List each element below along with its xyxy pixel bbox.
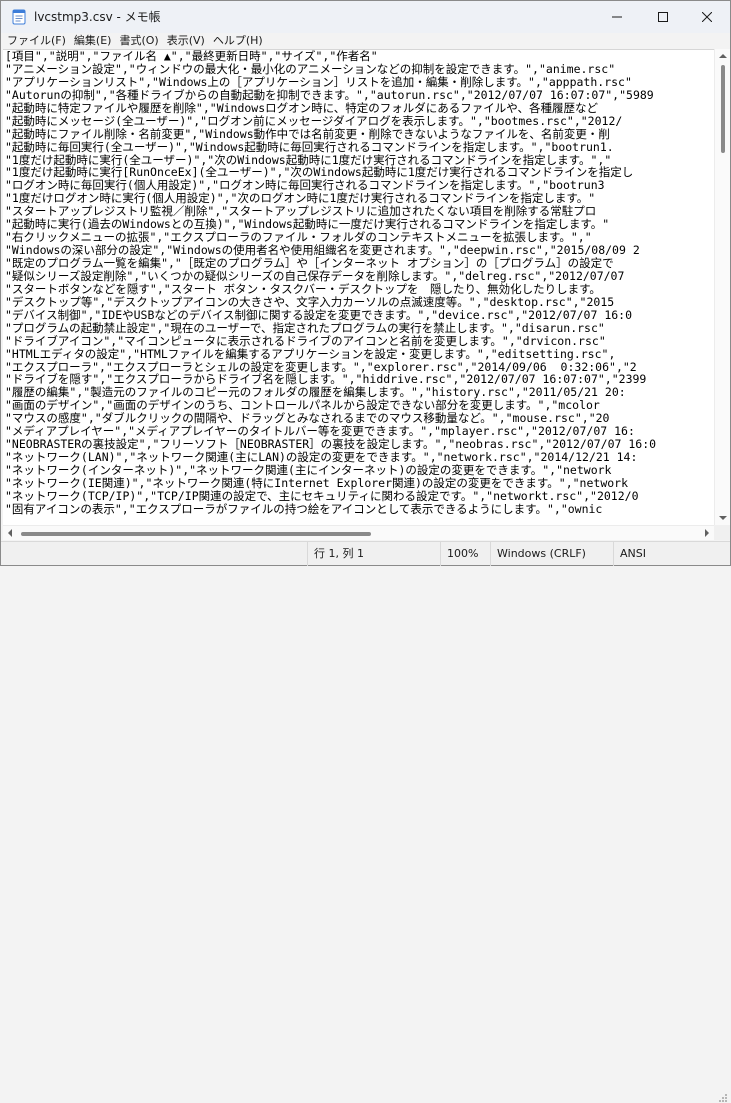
line-ending: Windows (CRLF) xyxy=(490,542,613,566)
resize-grip-icon[interactable] xyxy=(718,1093,728,1103)
text-line: "NEOBRASTERの裏技設定","フリーソフト［NEOBRASTER］の裏技… xyxy=(5,438,657,452)
scroll-right-icon[interactable] xyxy=(704,529,710,537)
text-line: "画面のデザイン","画面のデザインのうち、コントロールパネルから設定できない部… xyxy=(5,399,600,413)
close-button[interactable] xyxy=(684,1,730,33)
text-editor[interactable]: [項目","説明","ファイル名 ▲","最終更新日時","サイズ","作者名"… xyxy=(3,49,714,525)
text-line: "デバイス制御","IDEやUSBなどのデバイス制御に関する設定を変更できます。… xyxy=(5,308,633,322)
vertical-scroll-thumb[interactable] xyxy=(721,65,725,153)
text-line: "Windowsの深い部分の設定","Windowsの使用者名や使用組織名を変更… xyxy=(5,244,640,257)
text-line: "起動時に毎回実行(全ユーザー)","Windows起動時に毎回実行されるコマン… xyxy=(5,140,614,154)
menu-view[interactable]: 表示(V) xyxy=(161,33,205,48)
cursor-position: 行 1, 列 1 xyxy=(307,542,440,566)
text-line: "固有アイコンの表示","エクスプローラがファイルの持つ絵をアイコンとして表示で… xyxy=(5,502,603,516)
text-line: "アニメーション設定","ウィンドウの最大化・最小化のアニメーションなどの抑制を… xyxy=(5,62,616,76)
text-line: [項目","説明","ファイル名 ▲","最終更新日時","サイズ","作者名" xyxy=(5,50,378,63)
text-line: "ネットワーク(TCP/IP)","TCP/IP関連の設定で、主にセキュリティに… xyxy=(5,489,639,503)
vertical-scrollbar[interactable] xyxy=(714,49,730,525)
window-title: lvcstmp3.csv - メモ帳 xyxy=(34,10,161,24)
minimize-icon xyxy=(612,16,622,18)
text-line: "Autorunの抑制","各種ドライブからの自動起動を抑制できます。","au… xyxy=(5,88,654,102)
text-line: "起動時にメッセージ(全ユーザー)","ログオン前にメッセージダイアログを表示し… xyxy=(5,114,623,128)
maximize-icon xyxy=(658,12,668,22)
text-line: "スタートボタンなどを隠す","スタート ボタン・タスクバー・デスクトップを 隠… xyxy=(5,282,601,296)
text-line: "アプリケーションリスト","Windows上の［アプリケーション］リストを追加… xyxy=(5,75,632,89)
text-line: "ネットワーク(LAN)","ネットワーク関連(主にLAN)の設定の変更をできま… xyxy=(5,451,638,464)
text-line: "1度だけログオン時に実行(個人用設定)","次のログオン時に1度だけ実行される… xyxy=(5,192,596,206)
encoding: ANSI xyxy=(613,542,730,566)
text-line: "メディアプレイヤー","メディアプレイヤーのタイトルバー等を変更できます。",… xyxy=(5,425,635,439)
horizontal-scrollbar[interactable] xyxy=(3,525,714,540)
text-line: "スタートアップレジストリ監視／削除","スタートアップレジストリに追加されたく… xyxy=(5,205,597,219)
menu-bar: ファイル(F) 編集(E) 書式(O) 表示(V) ヘルプ(H) xyxy=(1,33,730,48)
menu-edit[interactable]: 編集(E) xyxy=(68,33,112,48)
text-line: "ドライブアイコン","マイコンピュータに表示されるドライブのアイコンと名前を変… xyxy=(5,334,606,348)
text-line: "ネットワーク(IE関連)","ネットワーク関連(特にInternet Expl… xyxy=(5,476,629,490)
scrollbar-corner xyxy=(714,525,730,540)
status-bar: 行 1, 列 1 100% Windows (CRLF) ANSI xyxy=(1,541,730,1102)
text-line: "1度だけ起動時に実行(全ユーザー)","次のWindows起動時に1度だけ実行… xyxy=(5,153,612,167)
text-line: "起動時に実行(過去のWindowsとの互換)","Windows起動時に一度だ… xyxy=(5,218,610,232)
notepad-icon xyxy=(11,9,27,25)
text-line: "マウスの感度","ダブルクリックの間隔や、ドラッグとみなされるまでのマウス移動… xyxy=(5,412,610,426)
menu-file[interactable]: ファイル(F) xyxy=(1,33,66,48)
text-line: "右クリックメニューの拡張","エクスプローラのファイル・フォルダのコンテキスト… xyxy=(5,231,592,245)
text-line: "HTMLエディタの設定","HTMLファイルを編集するアプリケーションを設定・… xyxy=(5,347,616,361)
minimize-button[interactable] xyxy=(594,1,640,33)
scroll-up-icon[interactable] xyxy=(719,53,727,59)
zoom-level: 100% xyxy=(440,542,490,566)
notepad-window: lvcstmp3.csv - メモ帳 ファイル(F) 編集(E) 書式(O) 表… xyxy=(0,0,731,1102)
menu-format[interactable]: 書式(O) xyxy=(113,33,158,48)
scroll-left-icon[interactable] xyxy=(7,529,13,537)
menu-help[interactable]: ヘルプ(H) xyxy=(207,33,263,48)
text-line: "既定のプログラム一覧を編集","［既定のプログラム］や［インターネット オプシ… xyxy=(5,257,614,270)
text-line: "1度だけ起動時に実行[RunOnceEx](全ユーザー)","次のWindow… xyxy=(5,166,634,180)
text-line: "起動時にファイル削除・名前変更","Windows動作中では名前変更・削除でき… xyxy=(5,127,610,141)
text-line: "履歴の編集","製造元のファイルのコピー元のフォルダの履歴を編集します。","… xyxy=(5,386,626,400)
text-line: "起動時に特定ファイルや履歴を削除","Windowsログオン時に、特定のフォル… xyxy=(5,101,598,115)
title-bar[interactable]: lvcstmp3.csv - メモ帳 xyxy=(1,1,730,33)
close-icon xyxy=(702,12,712,22)
text-line: "ネットワーク(インターネット)","ネットワーク関連(主にインターネット)の設… xyxy=(5,464,612,477)
horizontal-scroll-thumb[interactable] xyxy=(21,532,371,536)
text-line: "エクスプローラ","エクスプローラとシェルの設定を変更します。","explo… xyxy=(5,360,637,374)
scroll-down-icon[interactable] xyxy=(719,515,727,521)
text-line: "ログオン時に毎回実行(個人用設定)","ログオン時に毎回実行されるコマンドライ… xyxy=(5,179,605,193)
text-line: "プログラムの起動禁止設定","現在のユーザーで、指定されたプログラムの実行を禁… xyxy=(5,321,605,335)
text-line: "ドライブを隠す","エクスプローラからドライブ名を隠します。","hiddri… xyxy=(5,373,647,387)
maximize-button[interactable] xyxy=(640,1,686,33)
text-line: "疑似シリーズ設定削除","いくつかの疑似シリーズの自己保存データを削除します。… xyxy=(5,269,625,283)
text-line: "デスクトップ等","デスクトップアイコンの大きさや、文字入力カーソルの点滅速度… xyxy=(5,295,615,309)
